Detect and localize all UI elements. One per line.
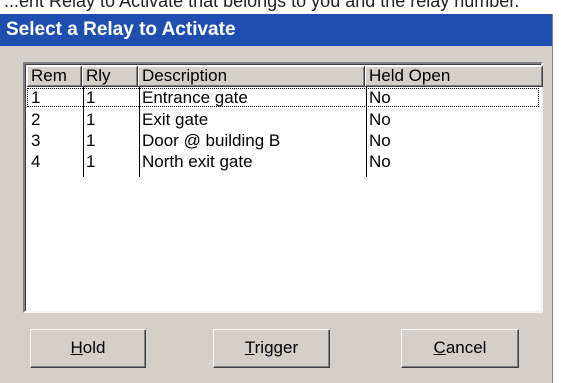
trigger-button[interactable]: Trigger <box>213 329 330 368</box>
cell-held-open: No <box>369 152 391 171</box>
table-row[interactable]: 3 1 Door @ building B No <box>27 131 539 150</box>
column-header-rem[interactable]: Rem <box>27 66 82 87</box>
column-header-rly[interactable]: Rly <box>82 66 138 87</box>
background-text: ...ent Relay to Activate that belongs to… <box>4 0 520 11</box>
list-header: Rem Rly Description Held Open <box>27 66 543 87</box>
cell-held-open: No <box>369 88 391 107</box>
cell-description: Door @ building B <box>142 131 281 150</box>
cell-rem: 1 <box>31 88 41 107</box>
cell-rem: 4 <box>31 152 41 171</box>
cell-rem: 2 <box>31 110 41 129</box>
column-header-held-open[interactable]: Held Open <box>365 66 543 87</box>
cell-rly: 1 <box>86 152 96 171</box>
cancel-mnemonic: C <box>433 338 446 357</box>
table-row[interactable]: 2 1 Exit gate No <box>27 110 539 129</box>
dialog-titlebar[interactable]: Select a Relay to Activate <box>0 14 552 46</box>
cell-description: Exit gate <box>142 110 209 129</box>
relay-list[interactable]: Rem Rly Description Held Open 1 1 Entran… <box>23 62 543 313</box>
cell-rly: 1 <box>86 110 96 129</box>
trigger-mnemonic: T <box>244 338 255 357</box>
cell-rem: 3 <box>31 131 41 150</box>
cancel-label-rest: ancel <box>445 338 487 357</box>
dialog-title: Select a Relay to Activate <box>6 19 236 40</box>
cell-description: North exit gate <box>142 152 253 171</box>
cell-rly: 1 <box>86 131 96 150</box>
cell-rly: 1 <box>86 88 96 107</box>
table-row[interactable]: 1 1 Entrance gate No <box>27 88 539 107</box>
cell-description: Entrance gate <box>142 88 248 107</box>
table-row[interactable]: 4 1 North exit gate No <box>27 152 539 171</box>
hold-label-rest: old <box>82 338 106 357</box>
cell-held-open: No <box>369 131 391 150</box>
cancel-button[interactable]: Cancel <box>401 329 519 368</box>
relay-select-dialog: Select a Relay to Activate Rem Rly Descr… <box>0 14 553 383</box>
hold-button[interactable]: Hold <box>30 329 146 368</box>
column-header-description[interactable]: Description <box>138 66 365 87</box>
hold-mnemonic: H <box>70 338 83 357</box>
cell-held-open: No <box>369 110 391 129</box>
trigger-label-rest: rigger <box>254 338 299 357</box>
